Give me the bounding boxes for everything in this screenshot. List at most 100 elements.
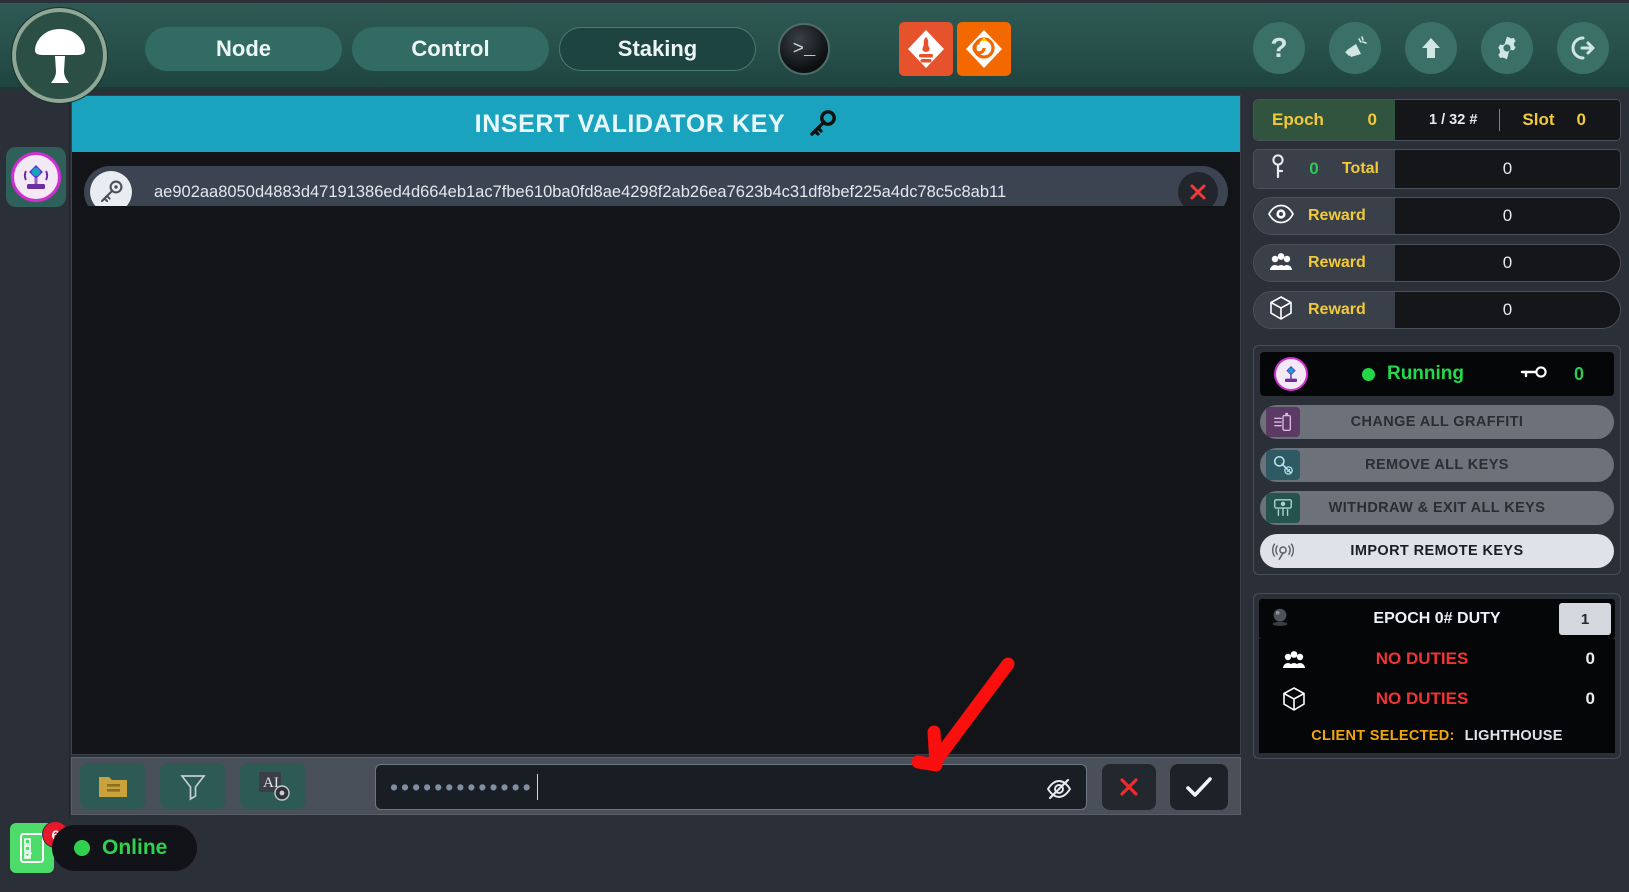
button-label: REMOVE ALL KEYS (1365, 457, 1509, 473)
total-left: 0 Total (1254, 150, 1395, 188)
button-label: WITHDRAW & EXIT ALL KEYS (1328, 500, 1546, 516)
grafana-button[interactable] (957, 22, 1011, 76)
duty-header: EPOCH 0# DUTY 1 (1259, 599, 1615, 639)
committee-sync-icon (1268, 250, 1294, 277)
top-right-icons: ? (1253, 22, 1609, 74)
text-caret (536, 774, 539, 800)
connection-status-text: Online (102, 836, 168, 859)
sidebar-item-validator-client[interactable] (6, 147, 66, 207)
validator-client-status-row: Running 0 (1260, 352, 1614, 396)
tab-staking[interactable]: Staking (559, 27, 756, 71)
announcements-button[interactable] (1329, 22, 1381, 74)
reward-left: Reward (1254, 292, 1395, 328)
connection-status: Online (52, 825, 197, 871)
withdraw-hand-icon (1266, 493, 1300, 523)
prometheus-button[interactable] (899, 22, 953, 76)
update-button[interactable] (1405, 22, 1457, 74)
reward-row-sync-committee: Reward 0 (1253, 244, 1621, 282)
duty-value: 0 (1585, 649, 1595, 668)
tab-control[interactable]: Control (352, 27, 549, 71)
block-cube-icon (1268, 295, 1294, 326)
slot-value: 0 (1576, 110, 1586, 129)
client-selected-row: CLIENT SELECTED: LIGHTHOUSE (1259, 719, 1615, 753)
terminal-prompt-icon: >_ (792, 38, 816, 60)
duty-status-text: NO DUTIES (1375, 649, 1469, 668)
password-input[interactable]: ••••••••••••• (375, 764, 1087, 810)
total-key-count: 0 (1309, 159, 1319, 178)
app-logo[interactable] (12, 8, 107, 103)
status-dot (74, 840, 90, 856)
tasks-checklist-button[interactable]: 6 (10, 821, 69, 873)
password-value: ••••••••••••• (390, 773, 534, 800)
duty-row-sync-committee: NO DUTIES 0 (1259, 639, 1615, 679)
reward-value: 0 (1395, 198, 1620, 234)
button-label: IMPORT REMOTE KEYS (1350, 543, 1524, 559)
remove-all-keys-button[interactable]: REMOVE ALL KEYS (1260, 448, 1614, 482)
slot-label: Slot (1522, 110, 1555, 129)
reward-value: 0 (1395, 245, 1620, 281)
reward-label: Reward (1308, 207, 1366, 224)
toggle-password-visibility-button[interactable] (1046, 776, 1072, 802)
page-title: INSERT VALIDATOR KEY (72, 96, 1240, 152)
logout-icon (1571, 36, 1595, 60)
epoch-value: 0 (1367, 110, 1377, 129)
total-value: 0 (1395, 150, 1620, 188)
validator-key-value: ae902aa8050d4883d47191386ed4d664eb1ac7fb… (154, 182, 1007, 201)
folder-icon (99, 777, 127, 797)
withdraw-exit-all-keys-button[interactable]: WITHDRAW & EXIT ALL KEYS (1260, 491, 1614, 525)
megaphone-icon (1345, 36, 1367, 57)
reward-left: Reward (1254, 245, 1395, 281)
settings-button[interactable] (1481, 22, 1533, 74)
block-cube-icon (1281, 686, 1313, 712)
funnel-filter-icon (180, 775, 206, 801)
mushroom-logo-icon (23, 19, 97, 93)
logout-button[interactable] (1557, 22, 1609, 74)
committee-sync-icon (1281, 648, 1313, 670)
settings-gear-icon (1498, 36, 1516, 60)
confirm-button[interactable] (1170, 764, 1228, 810)
key-remove-icon (1266, 450, 1300, 480)
eye-attestation-icon (1268, 204, 1294, 229)
divider (1499, 109, 1501, 131)
open-folder-button[interactable] (80, 763, 146, 809)
grafana-icon (966, 30, 1002, 68)
validator-client-panel: Running 0 CHANGE ALL GRAFFITI REMOVE ALL… (1253, 345, 1621, 575)
spray-can-icon (1266, 407, 1300, 437)
terminal-button[interactable]: >_ (778, 23, 830, 75)
reward-row-attestation: Reward 0 (1253, 197, 1621, 235)
client-selected-value: LIGHTHOUSE (1464, 728, 1563, 744)
tab-node[interactable]: Node (145, 27, 342, 71)
bottom-toolbar: AI ••••••••••••• (71, 757, 1241, 815)
cancel-button[interactable] (1102, 764, 1156, 810)
status-badge: Running (1318, 363, 1508, 385)
key-list-area (72, 206, 1240, 754)
epoch-fraction: 1 / 32 # (1429, 112, 1478, 128)
status-text: Running (1386, 363, 1465, 384)
right-sidebar: Epoch 0 1 / 32 # Slot 0 0 Total 0 Reward… (1245, 95, 1629, 820)
filter-button[interactable] (160, 763, 226, 809)
top-navigation-bar: Node Control Staking >_ ? (0, 3, 1629, 103)
status-bar: 6 Online (0, 818, 1629, 892)
remote-signal-icon (1266, 536, 1300, 566)
change-all-graffiti-button[interactable]: CHANGE ALL GRAFFITI (1260, 405, 1614, 439)
ai-detect-button[interactable]: AI (240, 763, 306, 809)
duty-count: 1 (1559, 603, 1611, 635)
red-x-icon (1120, 778, 1138, 796)
epoch-label: Epoch (1272, 110, 1324, 129)
total-label: Total (1341, 160, 1379, 177)
help-icon: ? (1270, 32, 1288, 63)
validator-key-count: 0 (1573, 363, 1584, 384)
nav-tabs: Node Control Staking (145, 27, 756, 71)
key-icon (1518, 364, 1548, 385)
duty-status-text: NO DUTIES (1375, 689, 1469, 708)
epoch-slot-row: Epoch 0 1 / 32 # Slot 0 (1253, 99, 1621, 141)
left-rail (0, 89, 70, 892)
prometheus-icon (908, 30, 944, 68)
epoch-block: Epoch 0 (1254, 100, 1395, 140)
help-button[interactable]: ? (1253, 22, 1305, 74)
close-x-icon (1190, 184, 1206, 200)
reward-value: 0 (1395, 292, 1620, 328)
reward-label: Reward (1308, 301, 1366, 318)
import-remote-keys-button[interactable]: IMPORT REMOTE KEYS (1260, 534, 1614, 568)
total-keys-row: 0 Total 0 (1253, 149, 1621, 189)
